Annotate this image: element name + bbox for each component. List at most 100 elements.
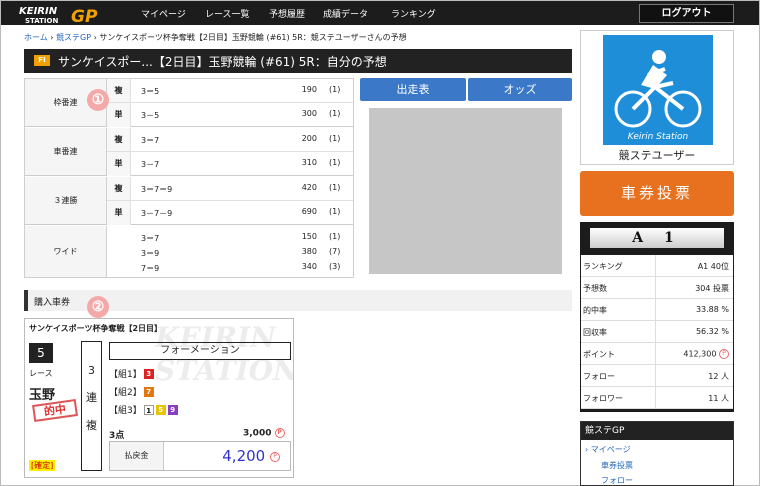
group-label: 【組2】 [109,388,142,398]
odds-button[interactable]: オッズ [468,78,572,101]
stat-value: 11 人 [708,394,729,403]
stat-value: A1 40位 [697,262,729,271]
bet-type-label: ３連勝 [25,177,107,224]
race-label: レース [29,369,53,378]
bet-popularity: (1) [329,232,341,241]
bike-number-box: 5 [155,404,166,415]
page-title-bar: FI サンケイスポー...【2日目】玉野競輪 (#61) 5R：自分の予想 [24,49,572,73]
stat-value: 412,300 [683,349,717,359]
bet-popularity: (1) [329,85,341,94]
bet-popularity: (1) [329,134,341,143]
bet-popularity: (3) [329,262,341,271]
bet-group: 車番連 複 3＝7 200 (1) 単 3－7 310 (1) [25,128,353,176]
bet-popularity: (1) [329,183,341,192]
bet-payout: 190 [301,85,317,94]
stat-row: 予想数 304 投票 [581,277,733,299]
purchase-heading-label: 購入車券 [34,298,71,308]
stat-row: フォロー 12 人 [581,365,733,387]
bet-popularity: (7) [329,247,341,256]
group-label: 【組3】 [109,406,142,416]
stat-label: フォロー [583,372,615,381]
group-label: 【組1】 [109,370,142,380]
bet-sub-label: 単 [107,152,131,176]
nav-ranking[interactable]: ランキング [391,7,436,20]
race-number: 5 [29,343,53,363]
bet-type-char: 連 [86,391,97,404]
stat-label: ポイント [583,350,615,359]
bet-row: 複 3＝7 200 (1) [107,128,353,152]
bet-payout: 380 [301,247,317,256]
bet-popularity: (1) [329,158,341,167]
menu-item-mypage[interactable]: › マイページ [585,444,631,455]
svg-text:KEIRIN: KEIRIN [19,6,58,17]
formation-group: 【組1】 3 [109,367,154,380]
bike-number-box: 9 [167,404,178,415]
bet-combo: 3＝9 [141,249,160,258]
fixed-label: [確定] [29,460,56,471]
bet-sub-label: 単 [107,201,131,225]
bet-combo: 3＝5 [141,87,160,96]
points-value: 3,000 [243,428,272,439]
page-title: サンケイスポー...【2日目】玉野競輪 (#61) 5R：自分の予想 [58,55,387,69]
points-value-wrap: 3,000 P [243,428,285,439]
nav-race-list[interactable]: レース一覧 [205,7,250,20]
formation-group: 【組2】 7 [109,385,154,398]
bet-type-vertical: 3 連 複 [81,341,102,471]
site-logo[interactable]: KEIRIN STATION GP [17,3,127,27]
bet-sub-label: 複 [107,79,131,102]
image-placeholder [369,108,562,274]
side-menu-heading: 競ステGP [581,422,733,440]
breadcrumb-home[interactable]: ホーム [24,33,48,42]
stat-label: 回収率 [583,328,607,337]
nav-mypage[interactable]: マイページ [141,7,186,20]
menu-item-follow[interactable]: フォロー [601,475,633,486]
bet-row: 3＝7 150 (1) 3＝9 380 (7) 7＝9 340 (3) [107,226,353,277]
bet-group: ワイド 3＝7 150 (1) 3＝9 380 (7) 7＝9 340 (3) [25,226,353,277]
stat-label: フォロワー [583,394,623,403]
payout-box: 払戻金 4,200 P [109,441,291,471]
svg-text:GP: GP [71,7,98,25]
breadcrumb-gp[interactable]: 競ステGP [56,33,91,42]
entries-button[interactable]: 出走表 [360,78,466,101]
point-coin-icon: P [719,349,729,359]
race-name: サンケイスポーツ杯争奪戦【2日目】 [29,324,163,333]
logout-button[interactable]: ログアウト [639,4,734,23]
stat-value: 304 投票 [695,284,729,293]
nav-results-data[interactable]: 成績データ [323,7,368,20]
user-name[interactable]: 競ステユーザー [581,147,733,163]
annotation-marker-2: ② [87,296,109,318]
bet-combo: 3＝7＝9 [141,185,173,194]
rank-badge: A 1 [590,228,724,248]
bet-payout: 690 [301,207,317,216]
bet-combo: 3＝7 [141,136,160,145]
bet-payout: 200 [301,134,317,143]
bet-sub-label: 単 [107,103,131,127]
ticket-card: KEIRIN STATION サンケイスポーツ杯争奪戦【2日目】 5 レース 玉… [24,318,294,478]
stat-row: ポイント 412,300 P [581,343,733,365]
bet-row: 単 3－5 300 (1) [107,103,353,127]
formation-group: 【組3】 1 5 9 [109,403,178,416]
bike-number-box: 3 [143,368,154,379]
bet-combo: 3－5 [141,111,160,120]
bet-sub-label: 複 [107,128,131,151]
point-coin-icon: P [270,451,280,462]
payout-value: 4,200 [222,447,266,465]
stat-value: 56.32 % [695,327,729,336]
bet-group: ３連勝 複 3＝7＝9 420 (1) 単 3－7－9 690 (1) [25,177,353,225]
bet-row: 単 3－7－9 690 (1) [107,201,353,225]
bike-number-box: 7 [143,386,154,397]
vote-button[interactable]: 車券投票 [580,171,734,216]
bet-row: 複 3＝5 190 (1) [107,79,353,103]
stat-value: 12 人 [708,372,729,381]
nav-prediction-history[interactable]: 予想履歴 [269,7,305,20]
point-coin-icon: P [274,428,285,438]
bet-payout: 310 [301,158,317,167]
bet-group: 枠番連 複 3＝5 190 (1) 単 3－5 300 (1) [25,79,353,127]
points-count: 3点 [109,431,125,441]
bet-method: フォーメーション [109,342,291,360]
menu-item-vote[interactable]: 車券投票 [601,460,633,471]
bet-payout: 150 [301,232,317,241]
user-card: Keirin Station 競ステユーザー [580,30,734,165]
cyclist-avatar-image: Keirin Station [603,35,713,145]
bet-payout: 340 [301,262,317,271]
